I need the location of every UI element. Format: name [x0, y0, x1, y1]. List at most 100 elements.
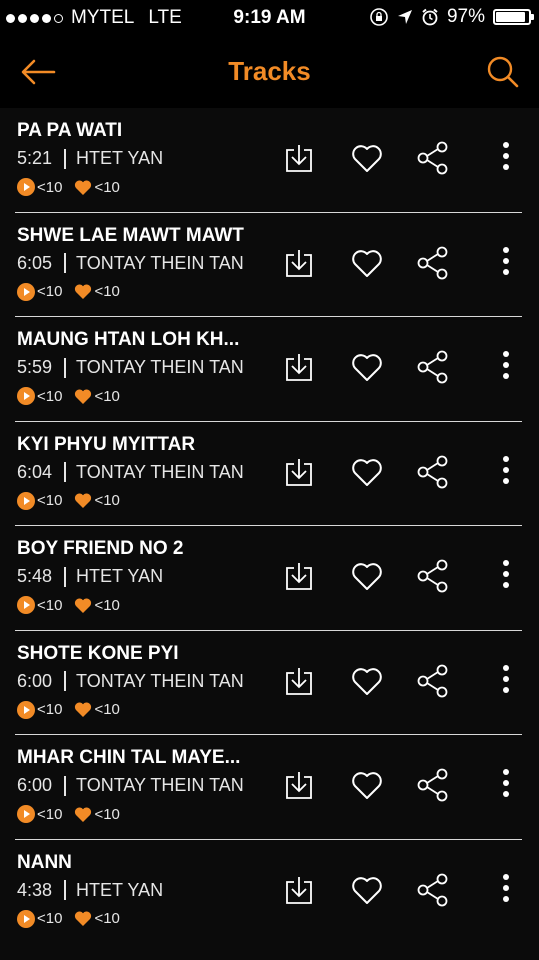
- more-options-button[interactable]: [486, 452, 526, 492]
- favorite-button[interactable]: [347, 138, 387, 178]
- favorite-button[interactable]: [347, 870, 387, 910]
- track-title: SHWE LAE MAWT MAWT: [17, 224, 244, 246]
- track-row[interactable]: PA PA WATI 5:21 HTET YAN <10 <10: [0, 108, 539, 213]
- more-options-button[interactable]: [486, 661, 526, 701]
- track-row[interactable]: MHAR CHIN TAL MAYE... 6:00 TONTAY THEIN …: [0, 735, 539, 840]
- track-artist: HTET YAN: [76, 566, 164, 586]
- favorite-button[interactable]: [347, 347, 387, 387]
- share-button[interactable]: [413, 138, 453, 178]
- orientation-lock-icon: [370, 8, 388, 26]
- more-vertical-icon: [503, 455, 509, 484]
- more-vertical-icon: [503, 769, 509, 797]
- download-button[interactable]: [279, 556, 319, 596]
- like-count-icon: [75, 807, 92, 822]
- track-meta: 6:00 TONTAY THEIN TAN: [17, 775, 244, 796]
- share-icon: [417, 768, 448, 802]
- more-vertical-icon: [503, 351, 509, 379]
- download-icon: [286, 249, 312, 277]
- download-button[interactable]: [279, 347, 319, 387]
- favorite-button[interactable]: [347, 556, 387, 596]
- share-icon: [417, 664, 448, 697]
- like-count-icon: [75, 911, 92, 926]
- play-count-icon: [17, 909, 35, 928]
- download-button[interactable]: [279, 765, 319, 805]
- share-icon: [417, 141, 448, 175]
- more-options-button[interactable]: [486, 556, 526, 596]
- more-options-button[interactable]: [486, 138, 526, 178]
- more-options-button[interactable]: [486, 243, 526, 283]
- page-title: Tracks: [228, 56, 311, 86]
- download-icon: [286, 354, 312, 381]
- favorite-button[interactable]: [347, 243, 387, 283]
- more-vertical-icon: [503, 560, 509, 588]
- status-bar: MYTEL LTE 9:19 AM 97%: [0, 0, 539, 36]
- track-artist: HTET YAN: [76, 148, 164, 168]
- more-vertical-icon: [503, 142, 509, 170]
- share-button[interactable]: [413, 452, 453, 492]
- meta-divider: [64, 462, 67, 482]
- heart-outline-icon: [352, 667, 382, 695]
- track-title: MHAR CHIN TAL MAYE...: [17, 747, 241, 768]
- meta-divider: [64, 253, 67, 273]
- more-vertical-icon: [503, 246, 509, 275]
- track-meta: 5:59 TONTAY THEIN TAN: [17, 357, 244, 378]
- play-count: <10: [37, 283, 63, 300]
- favorite-button[interactable]: [347, 765, 387, 805]
- download-icon: [286, 563, 312, 590]
- alarm-icon: [422, 8, 438, 26]
- navigation-bar: Tracks: [0, 36, 539, 108]
- share-button[interactable]: [413, 765, 453, 805]
- track-stats: <10 <10: [17, 700, 120, 719]
- share-button[interactable]: [413, 347, 453, 387]
- track-row[interactable]: NANN 4:38 HTET YAN <10 <10: [0, 840, 539, 945]
- track-stats: <10 <10: [17, 596, 120, 614]
- download-button[interactable]: [279, 243, 319, 283]
- more-options-button[interactable]: [486, 765, 526, 805]
- play-count: <10: [37, 701, 63, 718]
- track-title: NANN: [17, 851, 72, 873]
- download-button[interactable]: [279, 452, 319, 492]
- track-row[interactable]: MAUNG HTAN LOH KH... 5:59 TONTAY THEIN T…: [0, 317, 539, 422]
- track-meta: 6:00 TONTAY THEIN TAN: [17, 671, 244, 692]
- track-stats: <10 <10: [17, 909, 120, 928]
- share-button[interactable]: [413, 870, 453, 910]
- track-stats: <10 <10: [17, 387, 120, 405]
- track-list: PA PA WATI 5:21 HTET YAN <10 <10 SHWE LA…: [0, 108, 539, 944]
- download-icon: [286, 772, 312, 799]
- track-title: MAUNG HTAN LOH KH...: [17, 329, 240, 350]
- more-options-button[interactable]: [486, 347, 526, 387]
- share-button[interactable]: [413, 661, 453, 701]
- download-icon: [286, 458, 312, 486]
- like-count: <10: [94, 701, 120, 718]
- search-button[interactable]: [485, 54, 521, 90]
- track-row[interactable]: KYI PHYU MYITTAR 6:04 TONTAY THEIN TAN <…: [0, 422, 539, 526]
- download-icon: [286, 145, 312, 172]
- track-stats: <10 <10: [17, 282, 120, 301]
- play-count: <10: [37, 910, 63, 927]
- track-artist: TONTAY THEIN TAN: [76, 461, 244, 482]
- track-meta: 4:38 HTET YAN: [17, 880, 163, 901]
- download-button[interactable]: [279, 661, 319, 701]
- like-count: <10: [94, 492, 120, 509]
- like-count: <10: [94, 805, 120, 823]
- track-duration: 5:21: [17, 148, 53, 168]
- like-count-icon: [75, 284, 92, 299]
- download-icon: [286, 876, 312, 904]
- heart-outline-icon: [352, 249, 382, 277]
- like-count: <10: [94, 910, 120, 927]
- more-options-button[interactable]: [486, 870, 526, 910]
- track-row[interactable]: SHWE LAE MAWT MAWT 6:05 TONTAY THEIN TAN…: [0, 213, 539, 317]
- share-icon: [417, 350, 448, 384]
- favorite-button[interactable]: [347, 661, 387, 701]
- download-button[interactable]: [279, 870, 319, 910]
- download-icon: [286, 667, 312, 695]
- meta-divider: [64, 148, 67, 169]
- share-button[interactable]: [413, 556, 453, 596]
- track-row[interactable]: BOY FRIEND NO 2 5:48 HTET YAN <10 <10: [0, 526, 539, 631]
- track-title: KYI PHYU MYITTAR: [17, 433, 196, 455]
- track-meta: 5:21 HTET YAN: [17, 148, 163, 169]
- favorite-button[interactable]: [347, 452, 387, 492]
- share-button[interactable]: [413, 243, 453, 283]
- track-row[interactable]: SHOTE KONE PYI 6:00 TONTAY THEIN TAN <10…: [0, 631, 539, 735]
- download-button[interactable]: [279, 138, 319, 178]
